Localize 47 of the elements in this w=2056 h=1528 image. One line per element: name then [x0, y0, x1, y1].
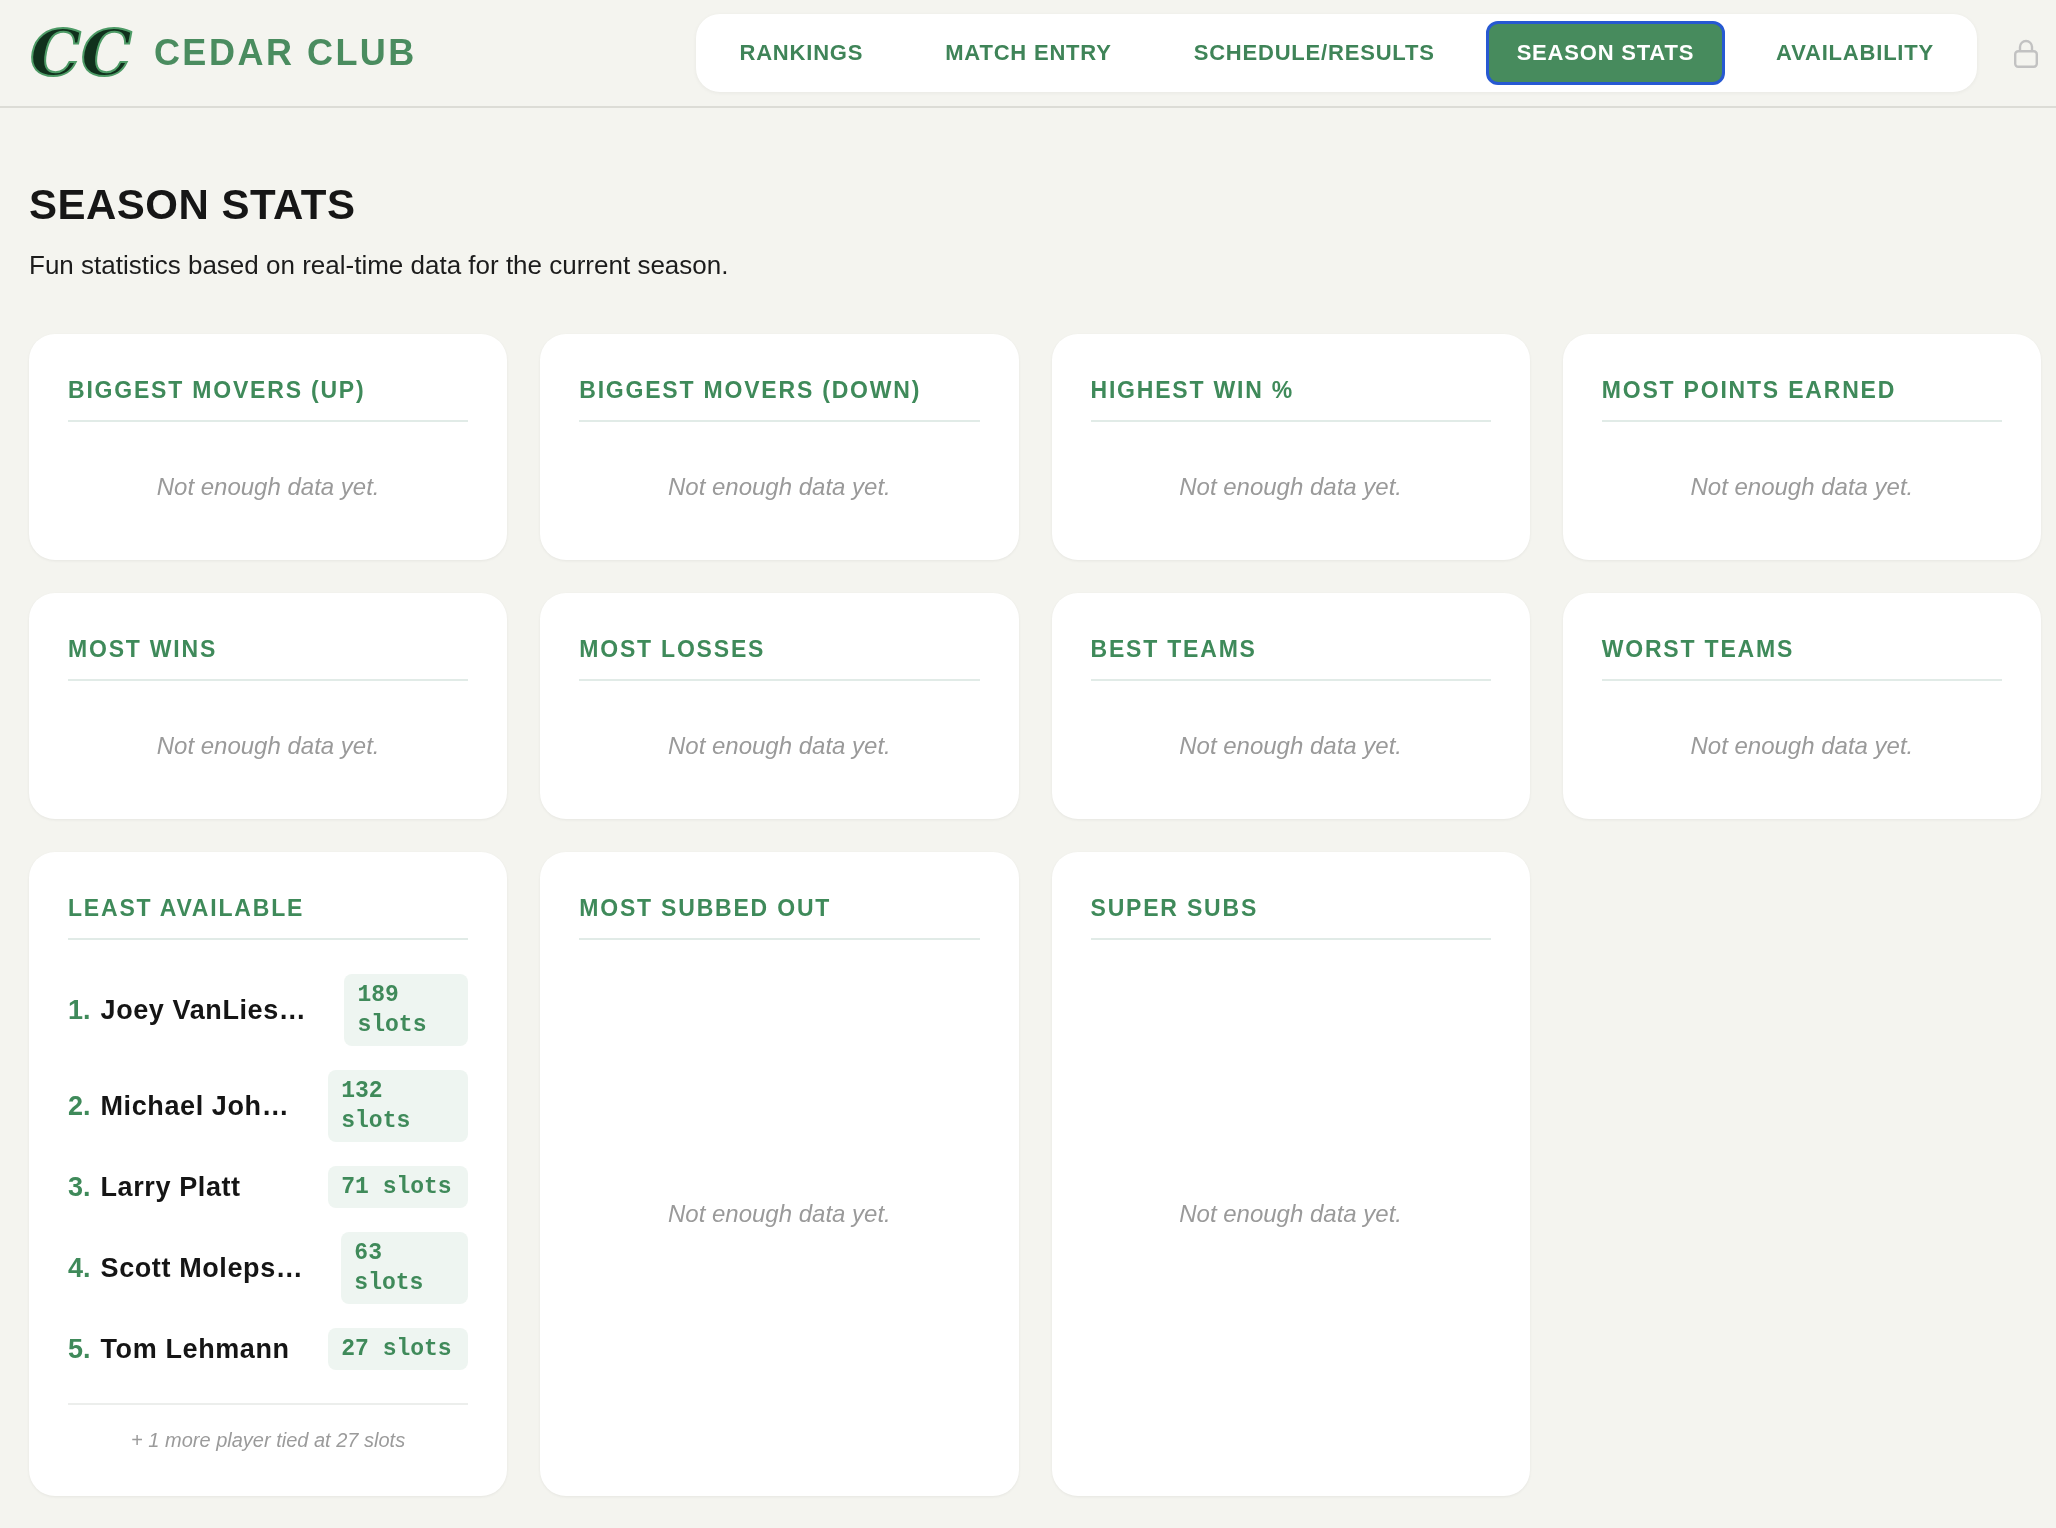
nav-tab[interactable]: MATCH ENTRY	[914, 20, 1143, 86]
card-title: BIGGEST MOVERS (DOWN)	[579, 376, 980, 422]
empty-message: Not enough data yet.	[667, 731, 891, 761]
rank-number: 5.	[68, 1333, 91, 1366]
card-title: WORST TEAMS	[1601, 635, 2002, 681]
card-title: MOST LOSSES	[579, 635, 980, 681]
player-name: Scott Moleps…	[100, 1252, 304, 1285]
empty-message: Not enough data yet.	[667, 472, 891, 502]
nav-tab[interactable]: SEASON STATS	[1485, 20, 1726, 86]
nav-tab[interactable]: SCHEDULE/RESULTS	[1162, 20, 1466, 86]
empty-message: Not enough data yet.	[667, 1199, 891, 1229]
rank-number: 3.	[68, 1171, 91, 1204]
player-name: Michael Joh…	[100, 1090, 290, 1123]
logo-mark: CC	[29, 21, 133, 85]
rank-number: 1.	[68, 994, 91, 1027]
slot-count: 132 slots	[328, 1070, 469, 1142]
card-title: HIGHEST WIN %	[1090, 376, 1491, 422]
lock-icon[interactable]	[2013, 38, 2039, 68]
card-title: MOST SUBBED OUT	[579, 894, 980, 940]
empty-message: Not enough data yet.	[1690, 472, 1914, 502]
rank-number: 2.	[68, 1090, 91, 1123]
empty-message: Not enough data yet.	[1690, 731, 1914, 761]
site-name: CEDAR CLUB	[153, 31, 417, 75]
slot-count: 71 slots	[328, 1166, 469, 1208]
page-title: SEASON STATS	[29, 180, 357, 230]
empty-message: Not enough data yet.	[1179, 472, 1403, 502]
player-name: Joey VanLies…	[100, 994, 307, 1027]
tie-note: + 1 more player tied at 27 slots	[131, 1429, 406, 1451]
page-subtitle: Fun statistics based on real-time data for the current season.	[29, 249, 730, 282]
nav-tab[interactable]: RANKINGS	[708, 20, 895, 86]
slot-count: 27 slots	[328, 1328, 469, 1370]
slot-count: 189 slots	[344, 974, 469, 1046]
card-title: MOST POINTS EARNED	[1601, 376, 2002, 422]
card-title: MOST WINS	[68, 635, 469, 681]
empty-message: Not enough data yet.	[1179, 731, 1403, 761]
empty-message: Not enough data yet.	[1179, 1199, 1403, 1229]
card-title: BEST TEAMS	[1090, 635, 1491, 681]
player-name: Larry Platt	[100, 1171, 241, 1204]
card-title: LEAST AVAILABLE	[68, 894, 469, 940]
slot-count: 63 slots	[341, 1232, 469, 1304]
nav-tab[interactable]: AVAILABILITY	[1745, 20, 1965, 86]
rank-number: 4.	[68, 1252, 91, 1285]
card-title: BIGGEST MOVERS (UP)	[68, 376, 469, 422]
player-name: Tom Lehmann	[100, 1333, 290, 1366]
empty-message: Not enough data yet.	[156, 472, 380, 502]
card-title: SUPER SUBS	[1090, 894, 1491, 940]
empty-message: Not enough data yet.	[156, 731, 380, 761]
